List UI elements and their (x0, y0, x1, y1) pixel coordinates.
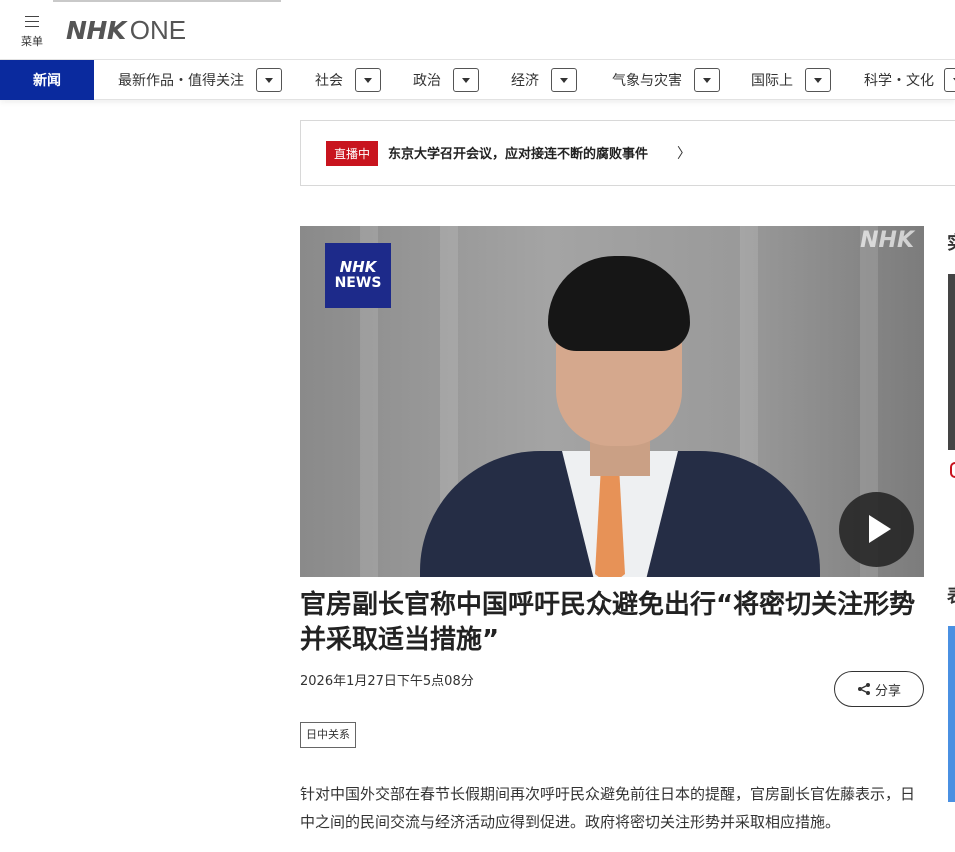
speaker-hair (548, 256, 690, 351)
nav-society-dropdown-icon[interactable] (355, 68, 381, 92)
sidebar-thumbnail[interactable] (948, 274, 955, 450)
nav-item-politics: 政治 (413, 60, 479, 100)
sidebar-heading: 实 (947, 229, 955, 255)
site-header: 菜单 NHK ONE (0, 2, 955, 60)
nav-latest-dropdown-icon[interactable] (256, 68, 282, 92)
nav-item-society: 社会 (315, 60, 381, 100)
nav-economy-dropdown-icon[interactable] (551, 68, 577, 92)
menu-label: 菜单 (21, 35, 43, 48)
sidebar-heading-2: 表 (947, 582, 955, 608)
nav-science-dropdown-icon[interactable] (944, 68, 955, 92)
hamburger-icon (25, 16, 39, 27)
nav-international-dropdown-icon[interactable] (805, 68, 831, 92)
nav-item-science-label[interactable]: 科学・文化 (864, 70, 934, 90)
nhk-news-logo-line2: NEWS (334, 275, 382, 291)
nhk-watermark: NHK (860, 228, 914, 253)
share-icon (857, 683, 870, 695)
nav-politics-dropdown-icon[interactable] (453, 68, 479, 92)
article-body: 针对中国外交部在春节长假期间再次呼吁民众避免前往日本的提醒，官房副长官佐藤表示，… (300, 785, 916, 831)
nav-item-news[interactable]: 新闻 (0, 60, 94, 100)
sidebar-live-icon (950, 462, 955, 478)
nhk-news-logo-line1: NHK (339, 258, 377, 276)
nav-item-latest: 最新作品・值得关注 (118, 60, 282, 100)
nav-item-weather-label[interactable]: 气象与灾害 (612, 70, 682, 90)
nav-item-international: 国际上 (751, 60, 831, 100)
nav-item-international-label[interactable]: 国际上 (751, 70, 793, 90)
share-label: 分享 (874, 683, 901, 699)
nav-item-weather: 气象与灾害 (612, 60, 720, 100)
article-headline: 官房副长官称中国呼吁民众避免出行“将密切关注形势并采取适当措施” (300, 590, 916, 655)
nav-item-society-label[interactable]: 社会 (315, 70, 343, 90)
live-banner[interactable]: 直播中 东京大学召开会议，应对接连不断的腐败事件 〉 (300, 120, 955, 186)
nav-weather-dropdown-icon[interactable] (694, 68, 720, 92)
logo-one-text: ONE (129, 14, 187, 45)
nav-item-economy-label[interactable]: 经济 (511, 70, 539, 90)
nav-item-science: 科学・文化 (864, 60, 955, 100)
play-icon[interactable] (839, 492, 914, 567)
article-date: 2026年1月27日下午5点08分 (300, 674, 474, 689)
category-nav: 新闻 最新作品・值得关注 社会 政治 经济 气象与灾害 国际上 科学・文化 (0, 60, 955, 100)
topic-tag[interactable]: 日中关系 (300, 722, 356, 748)
logo-nhk-text: NHK (66, 15, 126, 45)
share-button[interactable]: 分享 (834, 671, 924, 707)
nav-item-latest-label[interactable]: 最新作品・值得关注 (118, 70, 244, 90)
video-player[interactable]: NHK NEWS NHK (300, 226, 924, 577)
nav-item-economy: 经济 (511, 60, 577, 100)
live-badge: 直播中 (326, 141, 379, 166)
live-headline-link[interactable]: 东京大学召开会议，应对接连不断的腐败事件 (388, 143, 648, 162)
sidebar-card[interactable] (948, 626, 955, 802)
chevron-right-icon: 〉 (677, 146, 691, 162)
nhk-one-logo[interactable]: NHK ONE (66, 15, 186, 45)
nhk-news-logo: NHK NEWS (325, 243, 391, 308)
menu-button[interactable]: 菜单 (14, 12, 50, 54)
nav-item-politics-label[interactable]: 政治 (413, 70, 441, 90)
